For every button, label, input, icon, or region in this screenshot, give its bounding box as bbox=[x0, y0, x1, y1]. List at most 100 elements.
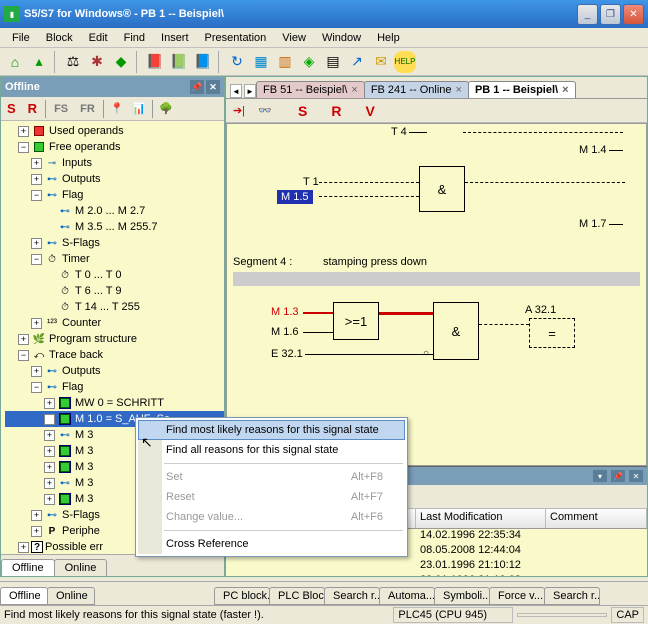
btab-automa[interactable]: Automa... bbox=[379, 587, 435, 605]
glasses-icon[interactable]: 👓 bbox=[256, 102, 274, 120]
calc-icon[interactable]: ▤ bbox=[322, 51, 344, 73]
btab-symboli[interactable]: Symboli... bbox=[434, 587, 490, 605]
tree-trace-back[interactable]: Trace back bbox=[49, 349, 103, 361]
collapse-icon[interactable]: − bbox=[18, 142, 29, 153]
tool-fs[interactable]: FS bbox=[50, 103, 72, 115]
tab-fb51[interactable]: FB 51 -- Beispiel\× bbox=[256, 81, 365, 98]
menu-edit[interactable]: Edit bbox=[81, 30, 116, 46]
grid-row[interactable]: 23.01.1996 21:10:12 bbox=[226, 559, 647, 574]
tree-sflags2[interactable]: S-Flags bbox=[62, 509, 100, 521]
pin-icon[interactable]: 📍 bbox=[108, 100, 126, 118]
tab-nav-left-icon[interactable]: ◄ bbox=[230, 84, 242, 98]
col-last-mod[interactable]: Last Modification bbox=[416, 509, 546, 528]
maximize-button[interactable]: ❐ bbox=[600, 4, 621, 25]
ladder-r[interactable]: R bbox=[331, 103, 341, 119]
tab-close-icon[interactable]: × bbox=[456, 84, 462, 96]
tree-icon[interactable]: 🌳 bbox=[157, 100, 175, 118]
pane-pin-button[interactable]: 📌 bbox=[190, 80, 204, 94]
help-icon[interactable]: HELP bbox=[394, 51, 416, 73]
expand-icon[interactable]: + bbox=[18, 126, 29, 137]
tree-m-range-1[interactable]: M 2.0 ... M 2.7 bbox=[75, 205, 145, 217]
bug-icon[interactable]: ✱ bbox=[86, 51, 108, 73]
chart-icon[interactable]: 📊 bbox=[130, 100, 148, 118]
tab-pb1[interactable]: PB 1 -- Beispiel\× bbox=[468, 81, 576, 98]
book1-icon[interactable]: 📕 bbox=[144, 51, 166, 73]
arrow-icon[interactable]: ➔| bbox=[230, 102, 248, 120]
tree-prog-struct[interactable]: Program structure bbox=[49, 333, 137, 345]
flag-icon[interactable]: ◈ bbox=[298, 51, 320, 73]
tree-used-operands[interactable]: Used operands bbox=[49, 125, 124, 137]
pane-close2-icon[interactable]: ✕ bbox=[629, 470, 643, 482]
ladder-v[interactable]: V bbox=[365, 103, 374, 119]
btab-plcbloc[interactable]: PLC Bloc... bbox=[269, 587, 325, 605]
btab-forcev[interactable]: Force v... bbox=[489, 587, 545, 605]
pane-close-button[interactable]: ✕ bbox=[206, 80, 220, 94]
ctx-set[interactable]: SetAlt+F8 bbox=[138, 467, 405, 487]
tree-flag[interactable]: Flag bbox=[62, 189, 83, 201]
tree-timer[interactable]: Timer bbox=[62, 253, 90, 265]
ctx-cross-ref[interactable]: Cross Reference bbox=[138, 534, 405, 554]
menu-presentation[interactable]: Presentation bbox=[197, 30, 275, 46]
home-icon[interactable]: ⌂ bbox=[4, 51, 26, 73]
tree-flag2[interactable]: Flag bbox=[62, 381, 83, 393]
tool-fr[interactable]: FR bbox=[76, 103, 99, 115]
col-comment[interactable]: Comment bbox=[546, 509, 647, 528]
tree-mw0[interactable]: MW 0 = SCHRITT bbox=[75, 397, 164, 409]
tree-sflags[interactable]: S-Flags bbox=[62, 237, 100, 249]
tool-r[interactable]: R bbox=[24, 101, 41, 116]
play-icon[interactable]: ▦ bbox=[250, 51, 272, 73]
tree-m3d[interactable]: M 3 bbox=[75, 477, 93, 489]
ladder-diagram[interactable]: T 4 M 1.4 T 1 M 1.5 & M 1.7 Segment 4 : … bbox=[226, 123, 647, 466]
menu-help[interactable]: Help bbox=[369, 30, 408, 46]
btab-searchr2[interactable]: Search r... bbox=[544, 587, 600, 605]
tree-periph[interactable]: Periphe bbox=[62, 525, 100, 537]
menu-window[interactable]: Window bbox=[314, 30, 369, 46]
tree-free-operands[interactable]: Free operands bbox=[49, 141, 121, 153]
tab-fb241[interactable]: FB 241 -- Online× bbox=[364, 81, 469, 98]
tab-close-icon[interactable]: × bbox=[351, 84, 357, 96]
menu-file[interactable]: File bbox=[4, 30, 38, 46]
tree-poss[interactable]: Possible err bbox=[45, 541, 103, 553]
ctx-find-all[interactable]: Find all reasons for this signal state bbox=[138, 440, 405, 460]
book2-icon[interactable]: 📗 bbox=[168, 51, 190, 73]
ladder-s[interactable]: S bbox=[298, 103, 307, 119]
ctx-reset[interactable]: ResetAlt+F7 bbox=[138, 487, 405, 507]
tree-m3c[interactable]: M 3 bbox=[75, 461, 93, 473]
menu-find[interactable]: Find bbox=[116, 30, 153, 46]
tree-counter[interactable]: Counter bbox=[62, 317, 101, 329]
tool-s[interactable]: S bbox=[3, 101, 20, 116]
btab-searchr[interactable]: Search r... bbox=[324, 587, 380, 605]
btab-online[interactable]: Online bbox=[47, 587, 95, 605]
tool-icon[interactable]: ◆ bbox=[110, 51, 132, 73]
tree-inputs[interactable]: Inputs bbox=[62, 157, 92, 169]
refresh-icon[interactable]: ↻ bbox=[226, 51, 248, 73]
up-icon[interactable]: ▴ bbox=[28, 51, 50, 73]
menu-insert[interactable]: Insert bbox=[153, 30, 197, 46]
close-button[interactable]: ✕ bbox=[623, 4, 644, 25]
mail-icon[interactable]: ✉ bbox=[370, 51, 392, 73]
btab-pcblock[interactable]: PC block... bbox=[214, 587, 270, 605]
pane-menu-icon[interactable]: ▾ bbox=[593, 470, 607, 482]
tree-t14[interactable]: T 14 ... T 255 bbox=[75, 301, 140, 313]
tree-t0[interactable]: T 0 ... T 0 bbox=[75, 269, 121, 281]
menu-view[interactable]: View bbox=[274, 30, 314, 46]
tree-outputs[interactable]: Outputs bbox=[62, 173, 101, 185]
tree-t6[interactable]: T 6 ... T 9 bbox=[75, 285, 121, 297]
tab-close-icon[interactable]: × bbox=[562, 84, 568, 96]
menu-block[interactable]: Block bbox=[38, 30, 81, 46]
export-icon[interactable]: ↗ bbox=[346, 51, 368, 73]
pane-pin2-icon[interactable]: 📌 bbox=[611, 470, 625, 482]
tree-m3b[interactable]: M 3 bbox=[75, 445, 93, 457]
ctx-find-likely[interactable]: Find most likely reasons for this signal… bbox=[138, 420, 405, 440]
minimize-button[interactable]: _ bbox=[577, 4, 598, 25]
ctx-change-value[interactable]: Change value...Alt+F6 bbox=[138, 507, 405, 527]
tab-offline[interactable]: Offline bbox=[1, 559, 55, 576]
tree-m3a[interactable]: M 3 bbox=[75, 429, 93, 441]
tree-m-range-2[interactable]: M 3.5 ... M 255.7 bbox=[75, 221, 158, 233]
compare-icon[interactable]: ⚖ bbox=[62, 51, 84, 73]
tree-outputs2[interactable]: Outputs bbox=[62, 365, 101, 377]
grid-row[interactable]: 23.01.1996 21:10:02 bbox=[226, 574, 647, 576]
chip-icon[interactable]: ▥ bbox=[274, 51, 296, 73]
tab-nav-right-icon[interactable]: ► bbox=[244, 84, 256, 98]
tab-online[interactable]: Online bbox=[54, 559, 108, 576]
